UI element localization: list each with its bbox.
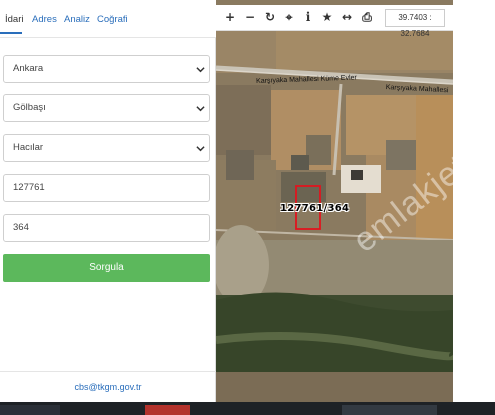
taskbar-segment <box>342 405 437 415</box>
contact-email-link[interactable]: cbs@tkgm.gov.tr <box>0 371 216 402</box>
district-select[interactable]: Gölbaşı <box>3 94 210 122</box>
zoom-in-icon[interactable]: + <box>221 8 239 26</box>
app-root: { "tabs": [ {"label": "İdari", "active":… <box>0 0 495 415</box>
chevron-down-icon <box>196 67 205 73</box>
neighborhood-value: Hacılar <box>13 142 44 153</box>
province-value: Ankara <box>13 63 44 74</box>
taskbar-segment <box>145 405 190 415</box>
tab-cografi[interactable]: Coğrafi <box>97 14 128 25</box>
active-tab-indicator <box>0 32 22 34</box>
chevron-down-icon <box>196 146 205 152</box>
parcel-no-input[interactable]: 364 <box>3 214 210 242</box>
right-margin <box>453 0 495 415</box>
query-button[interactable]: Sorgula <box>3 254 210 282</box>
tab-analiz[interactable]: Analiz <box>64 14 90 25</box>
map-toolbar: + − ↻ ⌖ i ★ ↔ ⎙ 39.7403 : 32.7684 <box>216 5 453 38</box>
map-imagery <box>216 0 453 402</box>
coordinate-readout: 39.7403 : 32.7684 <box>385 9 445 38</box>
star-icon[interactable]: ★ <box>318 8 336 26</box>
crosshair-icon[interactable]: ⌖ <box>280 8 298 26</box>
satellite-map[interactable]: emlakjet.com Karşıyaka Mahallesi Küme Ev… <box>216 0 453 402</box>
chevron-down-icon <box>196 106 205 112</box>
refresh-icon[interactable]: ↻ <box>261 8 279 26</box>
parcel-no-value: 364 <box>13 222 29 233</box>
info-icon[interactable]: i <box>299 8 317 26</box>
tab-bar: İdari Adres Analiz Coğrafi <box>0 0 216 38</box>
taskbar-segment <box>0 405 60 415</box>
query-panel: İdari Adres Analiz Coğrafi Ankara Gölbaş… <box>0 0 216 402</box>
neighborhood-select[interactable]: Hacılar <box>3 134 210 162</box>
block-no-value: 127761 <box>13 182 45 193</box>
measure-icon[interactable]: ↔ <box>338 8 356 26</box>
tab-idari[interactable]: İdari <box>5 14 23 25</box>
district-value: Gölbaşı <box>13 102 46 113</box>
block-no-input[interactable]: 127761 <box>3 174 210 202</box>
zoom-out-icon[interactable]: − <box>241 8 259 26</box>
province-select[interactable]: Ankara <box>3 55 210 83</box>
print-icon[interactable]: ⎙ <box>358 8 376 26</box>
parcel-number-label: 127761/364 <box>280 203 350 214</box>
tab-adres[interactable]: Adres <box>32 14 57 25</box>
